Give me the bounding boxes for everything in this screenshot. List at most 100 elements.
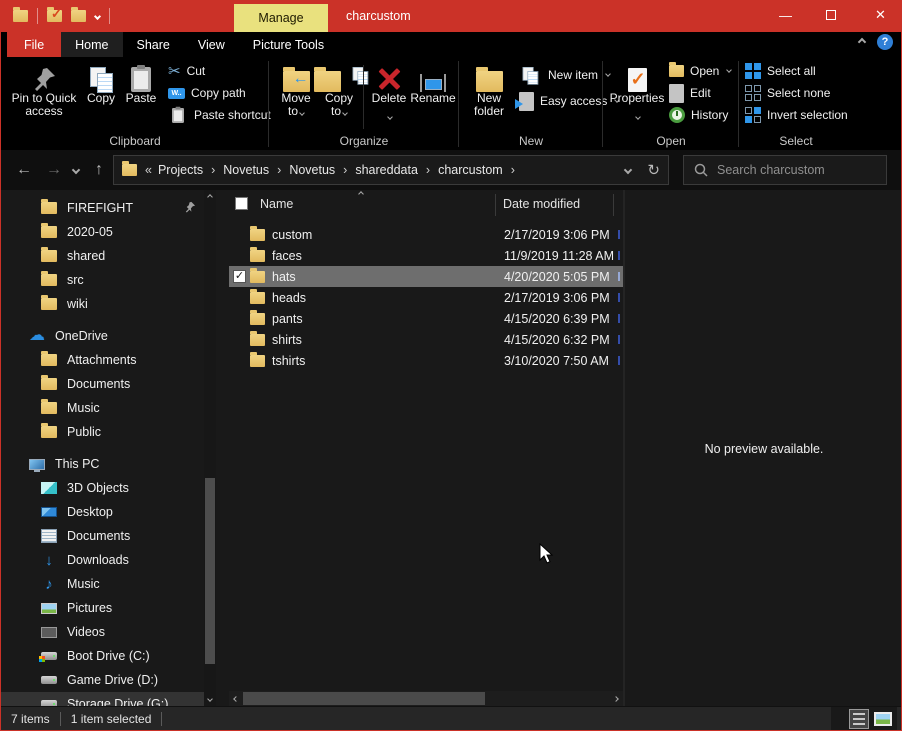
select-all-checkbox[interactable]: [235, 197, 248, 210]
sidebar-item[interactable]: Downloads: [1, 548, 204, 572]
copy-path-button[interactable]: W..Copy path: [168, 83, 271, 103]
sidebar-item[interactable]: Documents: [1, 372, 204, 396]
paste-icon: [131, 60, 151, 92]
refresh-icon[interactable]: ↻: [647, 161, 660, 179]
sidebar-section-onedrive[interactable]: OneDrive: [1, 324, 204, 348]
delete-button[interactable]: Delete: [367, 60, 411, 124]
maximize-button[interactable]: [808, 0, 853, 30]
sidebar-item[interactable]: Music: [1, 572, 204, 596]
ribbon-tab[interactable]: Picture Tools: [239, 32, 338, 57]
row-checkbox[interactable]: ✓: [233, 270, 246, 283]
invert-selection-button[interactable]: Invert selection: [745, 105, 848, 125]
scroll-right-icon[interactable]: [609, 691, 623, 706]
sidebar-item[interactable]: Public: [1, 420, 204, 444]
thumbnail-view-button[interactable]: [873, 709, 893, 729]
breadcrumb: Projects›Novetus›Novetus›shareddata›char…: [152, 163, 517, 177]
edit-button[interactable]: Edit: [669, 83, 731, 103]
scroll-up-icon[interactable]: [204, 190, 216, 204]
column-header-date-modified[interactable]: Date modified: [503, 190, 580, 217]
back-button[interactable]: ←: [11, 150, 37, 190]
folder-icon[interactable]: [71, 10, 86, 22]
help-icon[interactable]: ?: [877, 34, 893, 50]
scrollbar-thumb[interactable]: [205, 478, 215, 664]
column-divider[interactable]: [613, 194, 614, 216]
view-toggle-buttons: [831, 707, 897, 730]
paste-button[interactable]: Paste: [121, 60, 161, 105]
file-row[interactable]: ✓ heads 2/17/2019 3:06 PM: [229, 287, 623, 308]
scroll-down-icon[interactable]: [204, 692, 216, 706]
folder-icon[interactable]: [13, 10, 28, 22]
breadcrumb-item[interactable]: Projects›: [152, 163, 217, 177]
copy-icon: [90, 60, 113, 92]
file-row[interactable]: ✓ tshirts 3/10/2020 7:50 AM: [229, 350, 623, 371]
sidebar-section-this-pc[interactable]: This PC: [1, 452, 204, 476]
sidebar-item[interactable]: Storage Drive (G:): [1, 692, 204, 706]
sidebar-item[interactable]: Attachments: [1, 348, 204, 372]
sidebar-item[interactable]: src: [1, 268, 204, 292]
sidebar-item[interactable]: Videos: [1, 620, 204, 644]
minimize-button[interactable]: —: [763, 0, 808, 30]
ribbon-tab[interactable]: Home: [61, 32, 122, 57]
horizontal-scrollbar[interactable]: [229, 691, 623, 706]
select-none-button[interactable]: Select none: [745, 83, 848, 103]
details-view-button[interactable]: [849, 709, 869, 729]
sidebar-item[interactable]: wiki: [1, 292, 204, 316]
copy-button[interactable]: Copy: [83, 60, 119, 105]
scrollbar-thumb[interactable]: [243, 692, 485, 705]
file-row[interactable]: ✓ shirts 4/15/2020 6:32 PM: [229, 329, 623, 350]
file-row[interactable]: ✓ pants 4/15/2020 6:39 PM: [229, 308, 623, 329]
qat-customize-chevron-icon[interactable]: [94, 12, 101, 19]
breadcrumb-item[interactable]: Novetus›: [283, 163, 349, 177]
search-box[interactable]: Search charcustom: [683, 155, 887, 185]
ribbon-tab[interactable]: View: [184, 32, 239, 57]
sidebar-scrollbar[interactable]: [204, 190, 216, 706]
sidebar-item[interactable]: Documents: [1, 524, 204, 548]
sidebar-item[interactable]: Boot Drive (C:): [1, 644, 204, 668]
sidebar-item[interactable]: Desktop: [1, 500, 204, 524]
up-button[interactable]: ↑: [87, 150, 111, 190]
breadcrumb-item[interactable]: Novetus›: [217, 163, 283, 177]
folder-check-icon[interactable]: ✓: [47, 10, 62, 22]
collapse-ribbon-icon[interactable]: [858, 38, 866, 46]
sidebar-item[interactable]: shared: [1, 244, 204, 268]
copy-to-button[interactable]: Copy to: [319, 60, 359, 118]
move-to-button[interactable]: ← Move to: [276, 60, 316, 118]
column-header-name[interactable]: Name: [260, 197, 293, 211]
sidebar-item[interactable]: 2020-05: [1, 220, 204, 244]
crumb-separator[interactable]: ›: [275, 163, 283, 177]
rename-button[interactable]: Rename: [409, 60, 457, 105]
sidebar-item[interactable]: FIREFIGHT: [1, 196, 204, 220]
address-bar[interactable]: « Projects›Novetus›Novetus›shareddata›ch…: [113, 155, 669, 185]
sidebar-item[interactable]: Pictures: [1, 596, 204, 620]
crumb-separator[interactable]: ›: [424, 163, 432, 177]
breadcrumb-item[interactable]: shareddata›: [349, 163, 432, 177]
address-dropdown-icon[interactable]: [624, 166, 632, 174]
recent-locations-chevron[interactable]: [67, 150, 85, 190]
breadcrumb-root[interactable]: «: [145, 163, 152, 177]
new-folder-button[interactable]: New folder: [467, 60, 511, 118]
close-button[interactable]: ✕: [858, 0, 902, 30]
sidebar-item[interactable]: Music: [1, 396, 204, 420]
crumb-separator[interactable]: ›: [341, 163, 349, 177]
pin-to-quick-access-button[interactable]: Pin to Quick access: [9, 60, 79, 118]
cut-button[interactable]: ✂Cut: [168, 61, 271, 81]
breadcrumb-item[interactable]: charcustom›: [432, 163, 517, 177]
scroll-left-icon[interactable]: [229, 691, 243, 706]
sidebar-item[interactable]: 3D Objects: [1, 476, 204, 500]
file-row[interactable]: ✓ hats 4/20/2020 5:05 PM: [229, 266, 623, 287]
sidebar-item[interactable]: Game Drive (D:): [1, 668, 204, 692]
history-button[interactable]: History: [669, 105, 731, 125]
select-all-button[interactable]: Select all: [745, 61, 848, 81]
paste-shortcut-button[interactable]: Paste shortcut: [168, 105, 271, 125]
open-button[interactable]: Open: [669, 61, 731, 81]
manage-ribbon-tab[interactable]: Manage: [234, 4, 328, 32]
file-row[interactable]: ✓ custom 2/17/2019 3:06 PM: [229, 224, 623, 245]
properties-button[interactable]: ✓ Properties: [609, 60, 665, 124]
crumb-separator[interactable]: ›: [209, 163, 217, 177]
file-row[interactable]: ✓ faces 11/9/2019 11:28 AM: [229, 245, 623, 266]
ribbon-tab[interactable]: Share: [123, 32, 184, 57]
ribbon-tab[interactable]: File: [7, 32, 61, 57]
crumb-separator[interactable]: ›: [509, 163, 517, 177]
forward-button[interactable]: →: [41, 150, 67, 190]
column-divider[interactable]: [495, 194, 496, 216]
